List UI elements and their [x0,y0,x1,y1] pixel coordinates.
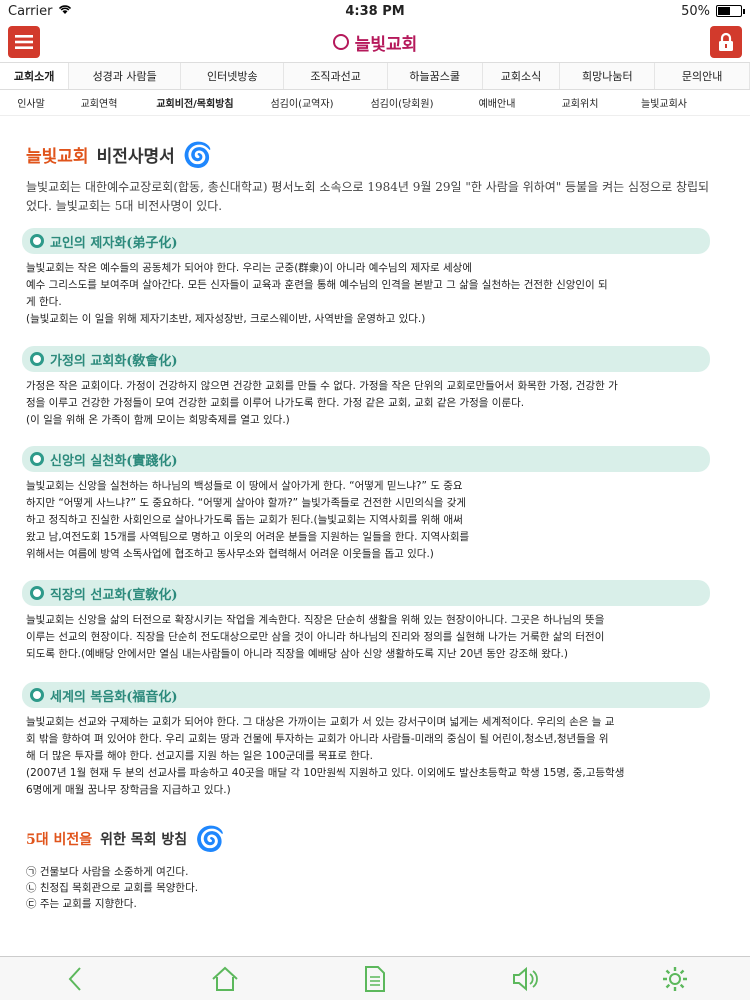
section-line: 하지만 “어떻게 사느냐?” 도 중요하다. “어떻게 살아야 할까?” 늘빛가… [26,497,467,509]
tab-internet-broadcast[interactable]: 인터넷방송 [181,63,285,89]
speaker-button[interactable] [503,961,547,997]
status-time: 4:38 PM [345,3,405,19]
speaker-icon [513,966,538,991]
section-line: 늘빛교회는 선교와 구제하는 교회가 되어야 한다. 그 대상은 가까이는 교회… [26,716,615,728]
policy-list: ㉠ 건물보다 사람을 소중하게 여긴다. ㉡ 친정집 목회관으로 교회를 목양한… [26,864,198,912]
document-button[interactable] [353,961,397,997]
section-line: 가정은 작은 교회이다. 가정이 건강하지 않으면 건강한 교회를 만들 수 없… [26,380,618,392]
section-line: 왔고 남,여전도회 15개를 사역팀으로 명하고 이웃의 어려운 분들을 지원하… [26,531,470,543]
subtab-elders[interactable]: 섬김이(당회원) [350,95,454,110]
section-bullet-icon [30,688,44,702]
section-title: 직장의 선교화(宣敎化) [50,587,178,603]
section-line: 되도록 한다.(예배당 안에서만 열심 내는사람들이 아니라 직장을 예배당 삼… [26,648,568,660]
subtab-history[interactable]: 교회연혁 [62,95,136,110]
section-body: 늘빛교회는 신앙을 삶의 터전으로 확장시키는 작업을 계속한다. 직장은 단순… [26,612,712,663]
section-header: 교인의 제자화(弟子化) [22,228,710,254]
section-line: 회 밖을 향하여 펴 있어야 한다. 우리 교회는 땅과 건물에 투자하는 교회… [26,733,609,745]
section-line: 이루는 선교의 현장이다. 직장을 단순히 전도대상으로만 삼을 것이 아니라 … [26,631,605,643]
document-icon [365,965,385,992]
app-header: 늘빛교회 [0,22,750,62]
main-navigation: 교회소개 성경과 사람들 인터넷방송 조직과선교 하늘꿈스쿨 교회소식 희망나눔… [0,62,750,90]
tab-hope-sharing[interactable]: 희망나눔터 [560,63,656,89]
menu-button[interactable] [8,26,40,58]
section-line: 정을 이루고 건강한 가정들이 모여 건강한 교회를 이루어 나가도록 한다. … [26,397,525,409]
section-line: 하고 정직하고 진실한 사회인으로 살아나가도록 돕는 교회가 된다.(늘빛교회… [26,514,463,526]
swirl-icon: 🌀 [182,140,213,169]
bottom-toolbar [0,956,750,1000]
section-header: 세계의 복음화(福音化) [22,682,710,708]
settings-button[interactable] [653,961,697,997]
subtab-location[interactable]: 교회위치 [540,95,620,110]
tab-heaven-dream-school[interactable]: 하늘꿈스쿨 [387,63,483,89]
section-body: 가정은 작은 교회이다. 가정이 건강하지 않으면 건강한 교회를 만들 수 없… [26,378,712,429]
section-bullet-icon [30,586,44,600]
section-line: (2007년 1월 현재 두 분의 선교사를 파송하고 40곳을 매달 각 10… [26,767,625,779]
back-icon [68,966,81,991]
section-body: 늘빛교회는 신앙을 실천하는 하나님의 백성들로 이 땅에서 살아가게 한다. … [26,478,712,563]
hamburger-icon [15,35,33,49]
logo-text: 늘빛교회 [354,34,418,55]
policy-item: ㉡ 친정집 목회관으로 교회를 목양한다. [26,882,199,894]
page-title-red: 늘빛교회 [26,147,89,167]
subtab-vision-policy[interactable]: 교회비전/목회방침 [136,95,254,110]
subtab-ministers[interactable]: 섬김이(교역자) [254,95,350,110]
section-line: 늘빛교회는 작은 예수들의 공동체가 되어야 한다. 우리는 군중(群衆)이 아… [26,262,472,274]
lock-icon [719,32,733,51]
policy-title: 5대 비전을 위한 목회 방침 🌀 [26,824,225,853]
section-title: 신앙의 실천화(實踐化) [50,453,178,469]
gear-icon [663,966,687,991]
home-button[interactable] [203,961,247,997]
section-title: 세계의 복음화(福音化) [50,689,178,705]
section-header: 가정의 교회화(敎會化) [22,346,710,372]
login-button[interactable] [710,26,742,58]
section-line: 해 더 많은 투자를 해야 한다. 선교지를 지원 하는 일은 100군데를 목… [26,750,373,762]
section-line: 예수 그리스도를 보여주며 살아간다. 모든 신자들이 교육과 훈련을 통해 예… [26,279,608,291]
policy-title-red: 5대 비전을 [26,831,93,848]
subtab-worship[interactable]: 예배안내 [454,95,540,110]
section-line: 6명에게 매월 꿈나무 장학금을 지급하고 있다.) [26,784,231,796]
swirl-icon: 🌀 [195,824,226,853]
back-button[interactable] [53,961,97,997]
page-title-dark: 비전사명서 [96,147,175,167]
status-bar: Carrier 4:38 PM 50% [0,0,750,22]
section-header: 신앙의 실천화(實踐化) [22,446,710,472]
logo-mark-icon [332,34,349,50]
section-bullet-icon [30,234,44,248]
church-logo[interactable]: 늘빛교회 [332,30,418,55]
section-line: 늘빛교회는 신앙을 삶의 터전으로 확장시키는 작업을 계속한다. 직장은 단순… [26,614,605,626]
tab-church-intro[interactable]: 교회소개 [0,63,70,89]
tab-bible-people[interactable]: 성경과 사람들 [69,63,182,89]
section-header: 직장의 선교화(宣敎化) [22,580,710,606]
section-title: 교인의 제자화(弟子化) [50,235,178,251]
subtab-church-history[interactable]: 늘빛교회사 [620,95,708,110]
page-content: 늘빛교회 비전사명서 🌀 늘빛교회는 대한예수교장로회(합동, 총신대학교) 평… [0,126,750,954]
intro-text: 늘빛교회는 대한예수교장로회(합동, 총신대학교) 평서노회 소속으로 1984… [26,180,710,213]
page-title: 늘빛교회 비전사명서 🌀 [26,140,213,169]
section-line: 늘빛교회는 신앙을 실천하는 하나님의 백성들로 이 땅에서 살아가게 한다. … [26,480,463,492]
policy-title-dark: 위한 목회 방침 [100,831,188,848]
section-body: 늘빛교회는 작은 예수들의 공동체가 되어야 한다. 우리는 군중(群衆)이 아… [26,260,712,328]
tab-church-news[interactable]: 교회소식 [482,63,561,89]
section-bullet-icon [30,352,44,366]
battery-icon [716,5,745,17]
section-line: (이 일을 위해 온 가족이 함께 모이는 희망축제를 열고 있다.) [26,414,290,426]
policy-item: ㉢ 주는 교회를 지향한다. [26,898,137,910]
section-bullet-icon [30,452,44,466]
subtab-greeting[interactable]: 인사말 [0,95,62,110]
section-body: 늘빛교회는 선교와 구제하는 교회가 되어야 한다. 그 대상은 가까이는 교회… [26,714,712,799]
sub-navigation: 인사말 교회연혁 교회비전/목회방침 섬김이(교역자) 섬김이(당회원) 예배안… [0,90,750,116]
policy-item: ㉠ 건물보다 사람을 소중하게 여긴다. [26,866,189,878]
section-line: 게 한다. [26,296,62,308]
tab-inquiry[interactable]: 문의안내 [655,63,750,89]
home-icon [212,966,238,991]
tab-organization-mission[interactable]: 조직과선교 [284,63,388,89]
section-title: 가정의 교회화(敎會化) [50,353,178,369]
section-line: 위해서는 여름에 방역 소독사업에 협조하고 동사무소와 협력해서 어려운 이웃… [26,548,434,560]
section-line: (늘빛교회는 이 일을 위해 제자기초반, 제자성장반, 크로스웨이반, 사역반… [26,313,426,325]
